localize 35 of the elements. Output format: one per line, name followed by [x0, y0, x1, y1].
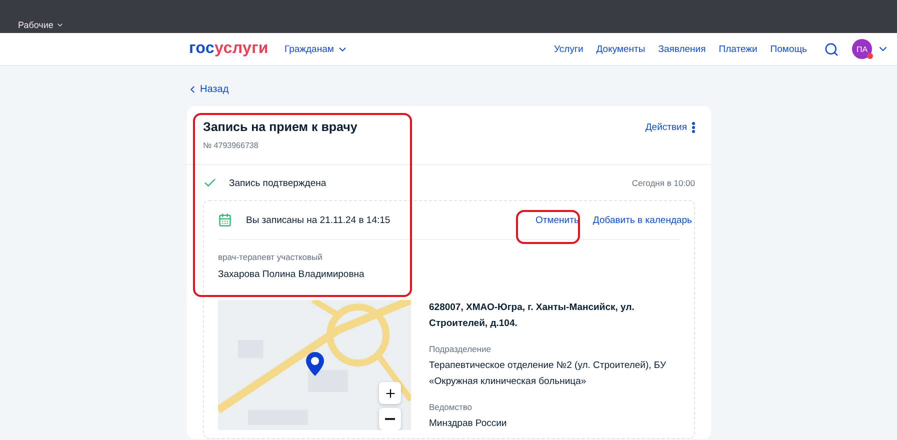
- user-avatar[interactable]: ПА: [852, 39, 872, 59]
- audience-menu[interactable]: Гражданам: [284, 44, 348, 54]
- more-icon: [692, 122, 695, 132]
- detail-label: Ведомство: [429, 402, 474, 412]
- status-time: Сегодня в 10:00: [632, 178, 695, 188]
- nav-link[interactable]: Платежи: [718, 44, 758, 54]
- actions-menu[interactable]: Действия: [645, 122, 695, 132]
- nav-link[interactable]: Заявления: [658, 44, 706, 54]
- location-pin-icon: [306, 352, 324, 376]
- back-link[interactable]: Назад: [187, 84, 229, 95]
- plus-icon: [384, 386, 396, 400]
- zoom-in-button[interactable]: [379, 382, 401, 404]
- chevron-icon: [56, 21, 64, 29]
- doctor-role: врач-терапевт участковый: [218, 252, 324, 262]
- search-icon[interactable]: [824, 42, 839, 56]
- add-calendar-link[interactable]: Добавить в календарь: [592, 214, 692, 226]
- address: 628007, ХМАО-Югра, г. Ханты-Мансийск, ул. Строителей, д.104.: [429, 301, 636, 331]
- doctor-name: Захарова Полина Владимировна: [218, 269, 366, 280]
- nav-link[interactable]: Услуги: [554, 44, 584, 54]
- appointment-time: Вы записаны на 21.11.24 в 14:15: [246, 214, 390, 226]
- calendar-icon: [218, 213, 232, 227]
- nav-link[interactable]: Помощь: [770, 44, 807, 54]
- logo[interactable]: госуслуги: [189, 40, 268, 58]
- detail-label: Подразделение: [429, 344, 492, 354]
- cancel-link[interactable]: Отменить: [535, 214, 579, 226]
- zoom-out-button[interactable]: [379, 408, 401, 430]
- nav-link[interactable]: Документы: [596, 44, 646, 54]
- record-number: № 4793966738: [203, 141, 260, 150]
- bookmark-folder[interactable]: Рабочие: [18, 20, 64, 30]
- highlight-frame: [516, 210, 580, 244]
- detail-value: Терапевтическое отделение №2 (ул. Строителей), БУ «Окружная клиническая больница»: [429, 359, 667, 389]
- status-text: Запись подтверждена: [229, 178, 326, 188]
- card-title: Запись на прием к врачу: [203, 120, 358, 134]
- minus-icon: [385, 418, 395, 420]
- detail-value: Минздрав России: [429, 417, 508, 431]
